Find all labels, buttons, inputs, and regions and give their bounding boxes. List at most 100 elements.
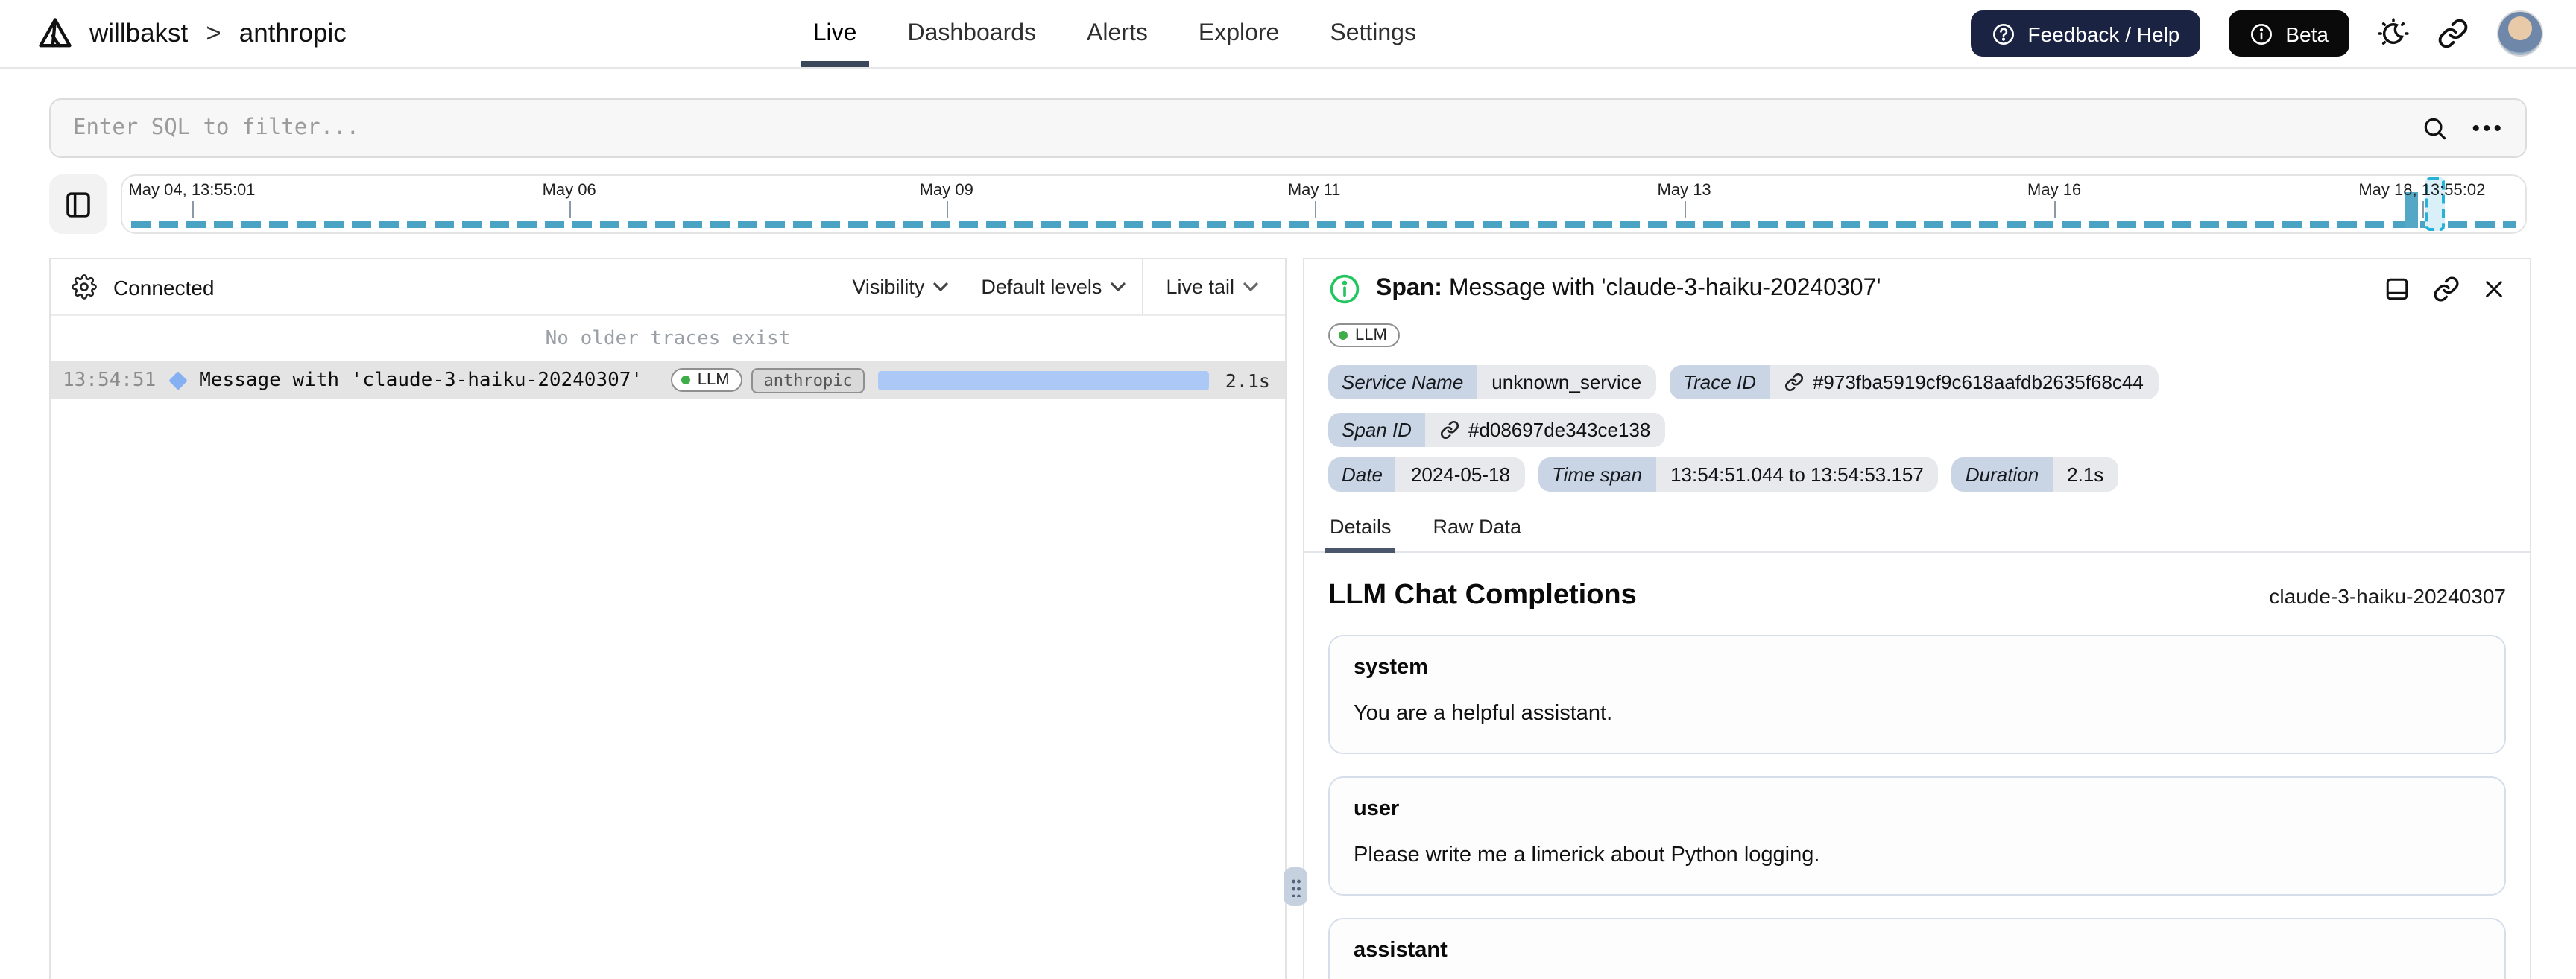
timeline-baseline	[131, 221, 2516, 228]
panel-resize-handle[interactable]	[1284, 867, 1307, 906]
main-content: Connected Visibility Default levels Live…	[49, 258, 2531, 979]
property-pill-trace-id[interactable]: Trace ID #973fba5919cf9c618aafdb2635f68c4…	[1670, 365, 2159, 399]
link-icon	[1784, 373, 1804, 392]
property-key: Service Name	[1342, 371, 1464, 393]
breadcrumb-project[interactable]: anthropic	[239, 18, 347, 49]
copy-link-icon[interactable]	[2433, 276, 2460, 302]
message-role: system	[1354, 656, 1428, 679]
message-card-user: user Please write me a limerick about Pyt…	[1328, 776, 2506, 896]
search-icon[interactable]	[2421, 114, 2449, 142]
timeline-chart[interactable]: May 04, 13:55:01 May 06 May 09 May 11 May 13…	[121, 174, 2527, 234]
section-header: LLM Chat Completions claude-3-haiku-2024…	[1304, 580, 2530, 612]
share-link-icon[interactable]	[2437, 18, 2469, 49]
trace-list-header: Connected Visibility Default levels Live…	[51, 259, 1285, 316]
trace-row-meta: LLM anthropic 2.1s	[670, 367, 1270, 393]
property-pill-time-span: Time span 13:54:51.044 to 13:54:53.157	[1538, 457, 1939, 492]
timeline-tick	[192, 201, 194, 218]
lilypad-logo-icon[interactable]	[36, 14, 75, 53]
timeline-tick	[569, 201, 571, 218]
drag-dots-icon	[1290, 877, 1301, 896]
user-avatar[interactable]	[2497, 10, 2543, 57]
span-diamond-icon	[168, 370, 187, 390]
close-icon[interactable]	[2482, 277, 2506, 301]
llm-status-dot	[681, 376, 690, 384]
property-key: Trace ID	[1683, 371, 1756, 393]
chevron-down-icon	[933, 282, 948, 292]
link-icon	[1440, 420, 1459, 440]
message-paragraph: Please write me a limerick about Python …	[1354, 843, 1820, 868]
timeline-tick-label: May 18, 13:55:02	[2358, 182, 2486, 200]
provider-badge: anthropic	[751, 367, 865, 393]
app-window: willbakst > anthropic Live Dashboards Aler…	[0, 0, 2576, 979]
property-pill-duration: Duration 2.1s	[1951, 457, 2119, 492]
trace-row[interactable]: 13:54:51 Message with 'claude-3-haiku-20…	[51, 361, 1285, 399]
trace-duration: 2.1s	[1225, 369, 1270, 391]
message-card-assistant: assistantHere's a limerick about Python …	[1328, 918, 2506, 979]
property-row: Service Name unknown_service Trace ID #973f…	[1328, 365, 2506, 447]
span-detail-panel: Span: Message with 'claude-3-haiku-20240…	[1303, 258, 2531, 979]
tab-live[interactable]: Live	[801, 0, 870, 67]
nav-tabs: Live Dashboards Alerts Explore Settings	[788, 0, 1442, 67]
panel-bottom-icon[interactable]	[2384, 276, 2411, 302]
timeline-tick	[1314, 201, 1316, 218]
message-role: assistant	[1354, 939, 1448, 963]
span-title: Span: Message with 'claude-3-haiku-20240…	[1376, 276, 1881, 301]
trace-list-controls: Visibility Default levels Live tail	[836, 259, 1285, 314]
timeline-tick-label: May 13	[1657, 182, 1711, 200]
trace-message: Message with 'claude-3-haiku-20240307'	[199, 369, 643, 391]
visibility-dropdown[interactable]: Visibility	[836, 259, 965, 314]
beta-button[interactable]: Beta	[2229, 10, 2349, 57]
theme-toggle-icon[interactable]	[2378, 18, 2409, 49]
timeline-tick	[946, 201, 948, 218]
span-properties: Service Name unknown_service Trace ID #973f…	[1304, 365, 2530, 492]
tab-explore[interactable]: Explore	[1187, 0, 1292, 67]
property-value: 13:54:51.044 to 13:54:53.157	[1655, 457, 1939, 492]
default-levels-dropdown[interactable]: Default levels	[965, 259, 1142, 314]
llm-status-dot	[1339, 331, 1348, 340]
feedback-help-button[interactable]: Feedback / Help	[1971, 10, 2201, 57]
span-info-icon	[1328, 273, 1361, 305]
property-value: 2024-05-18	[1395, 457, 1525, 492]
sql-filter-input[interactable]	[49, 98, 2527, 158]
no-older-traces-message: No older traces exist	[545, 328, 791, 350]
timeline-tick-label: May 04, 13:55:01	[128, 182, 256, 200]
span-tab-raw-data[interactable]: Raw Data	[1432, 516, 1524, 551]
property-key: Span ID	[1342, 419, 1412, 441]
trace-timestamp: 13:54:51	[63, 369, 157, 391]
chevron-down-icon	[1111, 282, 1126, 292]
timeline-tick	[1684, 201, 1686, 218]
live-tail-dropdown[interactable]: Live tail	[1142, 259, 1285, 314]
span-tab-details[interactable]: Details	[1325, 516, 1397, 553]
timeline-tick-label: May 09	[919, 182, 973, 200]
property-key: Duration	[1965, 463, 2039, 486]
timeline-tick-label: May 11	[1287, 182, 1341, 200]
timeline-tick	[2054, 201, 2056, 218]
property-pill-service-name: Service Name unknown_service	[1328, 365, 1657, 399]
property-value: #d08697de343ce138	[1424, 413, 1666, 447]
trace-duration-bar	[877, 370, 1209, 390]
timeline-tick-label: May 06	[542, 182, 596, 200]
info-circle-icon	[2250, 22, 2273, 45]
question-circle-icon	[1992, 22, 2015, 45]
more-options-icon[interactable]: •••	[2472, 117, 2504, 139]
filter-bar: •••	[49, 98, 2527, 158]
panel-toggle-icon[interactable]	[49, 174, 107, 234]
message-paragraph: You are a helpful assistant.	[1354, 702, 1613, 726]
span-tabs: Details Raw Data	[1304, 516, 2530, 553]
gear-icon[interactable]	[72, 274, 97, 300]
tab-alerts[interactable]: Alerts	[1075, 0, 1160, 67]
span-llm-badge: LLM	[1328, 323, 1401, 347]
tab-settings[interactable]: Settings	[1318, 0, 1428, 67]
top-nav: willbakst > anthropic Live Dashboards Aler…	[0, 0, 2576, 69]
breadcrumb-separator: >	[206, 18, 221, 48]
property-value: 2.1s	[2052, 457, 2119, 492]
timeline-row: May 04, 13:55:01 May 06 May 09 May 11 May 13…	[49, 174, 2527, 234]
tab-dashboards[interactable]: Dashboards	[895, 0, 1048, 67]
property-pill-span-id[interactable]: Span ID #d08697de343ce138	[1328, 413, 1666, 447]
connection-status: Connected	[113, 275, 215, 299]
llm-badge: LLM	[670, 368, 743, 392]
top-right-actions: Feedback / Help Beta	[1971, 10, 2543, 57]
breadcrumb: willbakst > anthropic	[36, 14, 347, 53]
breadcrumb-workspace[interactable]: willbakst	[89, 18, 188, 49]
message-card-system: system You are a helpful assistant.	[1328, 635, 2506, 755]
